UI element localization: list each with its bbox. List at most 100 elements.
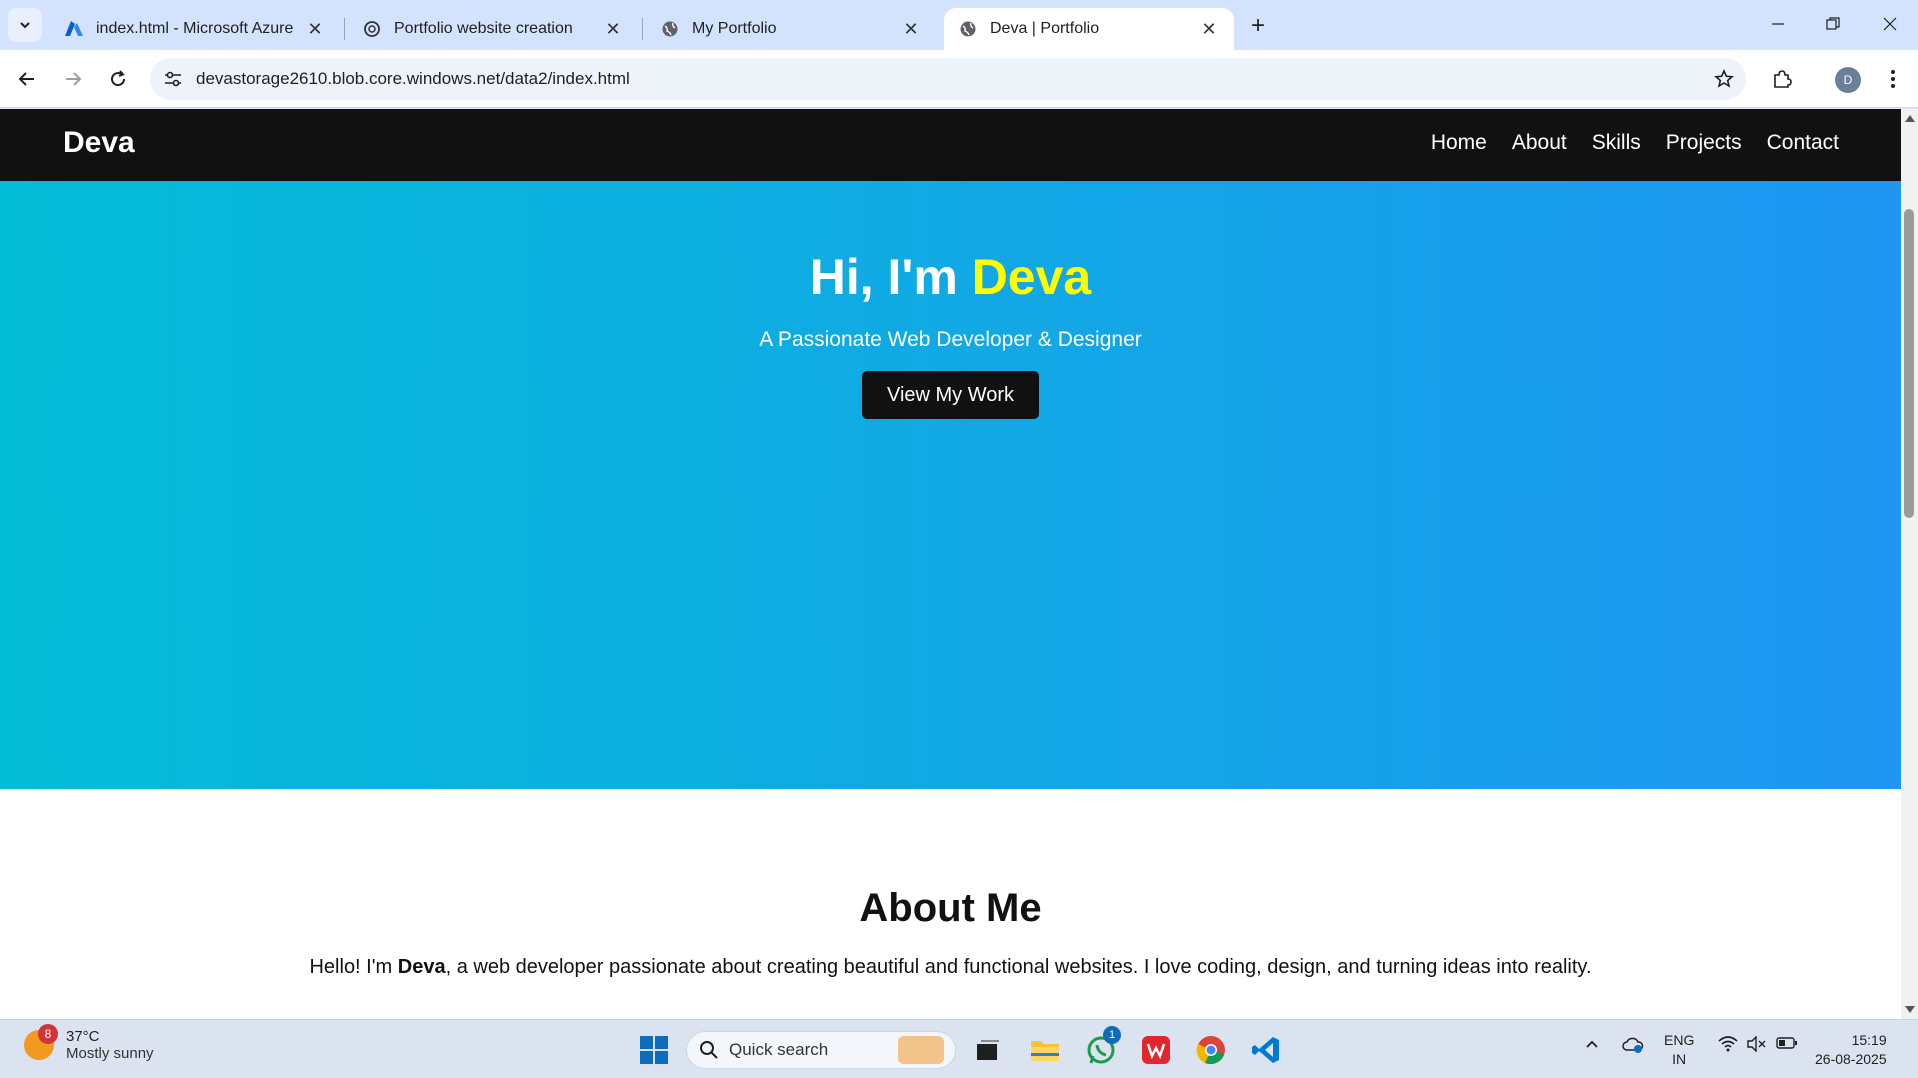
site-nav-links: Home About Skills Projects Contact <box>1431 131 1839 155</box>
clock-date: 26-08-2025 <box>1815 1051 1887 1067</box>
close-window-button[interactable] <box>1866 6 1914 42</box>
extensions-button[interactable] <box>1765 62 1799 96</box>
taskbar-search[interactable]: Quick search <box>686 1031 956 1069</box>
hero-heading: Hi, I'm Deva <box>0 248 1901 306</box>
windows-taskbar: 8 37°C Mostly sunny Quick search 1 ENG I… <box>0 1019 1918 1078</box>
globe-icon <box>958 19 978 39</box>
nav-link-skills[interactable]: Skills <box>1592 131 1641 155</box>
tab-deva-portfolio[interactable]: Deva | Portfolio ✕ <box>944 8 1234 50</box>
clock-time: 15:19 <box>1851 1032 1887 1048</box>
search-highlight-icon <box>898 1036 945 1064</box>
network-status[interactable] <box>1718 1036 1738 1055</box>
profile-avatar[interactable]: D <box>1835 67 1861 93</box>
bookmark-star-icon[interactable] <box>1702 69 1746 89</box>
language-indicator[interactable]: ENG IN <box>1664 1031 1694 1069</box>
vscode-button[interactable] <box>1246 1030 1286 1070</box>
language-code: ENG <box>1664 1032 1695 1048</box>
search-icon <box>700 1041 718 1059</box>
page-viewport: Deva Home About Skills Projects Contact … <box>0 109 1918 1019</box>
site-navbar: Deva Home About Skills Projects Contact <box>0 109 1901 181</box>
hero-section: Hi, I'm Deva A Passionate Web Developer … <box>0 181 1901 789</box>
globe-icon <box>660 19 680 39</box>
language-region: IN <box>1672 1051 1687 1067</box>
site-info-icon[interactable] <box>150 71 196 87</box>
tab-title: Portfolio website creation <box>394 20 573 37</box>
weather-condition: Mostly sunny <box>66 1045 154 1062</box>
restore-button[interactable] <box>1809 6 1857 42</box>
wps-office-button[interactable] <box>1136 1030 1176 1070</box>
tab-chatgpt[interactable]: Portfolio website creation ✕ <box>348 8 638 50</box>
tab-divider <box>344 18 345 40</box>
chevron-down-icon <box>20 22 30 29</box>
browser-menu-button[interactable] <box>1876 62 1910 96</box>
close-icon[interactable]: ✕ <box>900 18 922 40</box>
about-text-rest: , a web developer passionate about creat… <box>445 956 1592 978</box>
reload-icon <box>111 70 126 87</box>
forward-button[interactable] <box>56 62 90 96</box>
nav-link-about[interactable]: About <box>1512 131 1567 155</box>
cloud-icon <box>1622 1037 1644 1053</box>
task-view-button[interactable] <box>968 1030 1008 1070</box>
wifi-icon <box>1718 1036 1738 1052</box>
about-text: Hello! I'm Deva, a web developer passion… <box>0 956 1901 979</box>
volume-status[interactable] <box>1746 1035 1766 1055</box>
page-scrollbar[interactable] <box>1901 109 1918 1019</box>
tab-search-button[interactable] <box>8 8 42 42</box>
chrome-button[interactable] <box>1191 1030 1231 1070</box>
windows-logo-icon <box>640 1036 668 1064</box>
about-heading: About Me <box>859 886 1042 930</box>
vscode-icon <box>1252 1037 1279 1063</box>
new-tab-button[interactable]: + <box>1244 12 1272 40</box>
start-button[interactable] <box>634 1030 674 1070</box>
scroll-up-arrow[interactable] <box>1905 115 1915 122</box>
nav-link-contact[interactable]: Contact <box>1767 131 1839 155</box>
whatsapp-badge: 1 <box>1103 1026 1121 1044</box>
minimize-button[interactable] <box>1754 6 1802 42</box>
weather-sun-icon: 8 <box>24 1024 58 1060</box>
tab-divider <box>642 18 643 40</box>
folder-icon <box>1031 1041 1059 1061</box>
hero-tagline: A Passionate Web Developer & Designer <box>759 328 1142 351</box>
close-icon <box>1883 17 1897 31</box>
azure-icon <box>64 19 84 39</box>
tab-title: My Portfolio <box>692 20 777 37</box>
reload-button[interactable] <box>101 62 135 96</box>
task-view-icon <box>977 1040 999 1060</box>
chevron-up-icon <box>1586 1040 1598 1048</box>
battery-icon <box>1776 1037 1797 1049</box>
close-icon[interactable]: ✕ <box>1198 18 1220 40</box>
tab-my-portfolio[interactable]: My Portfolio ✕ <box>646 8 936 50</box>
view-my-work-button[interactable]: View My Work <box>862 371 1039 419</box>
arrow-right-icon <box>66 72 82 86</box>
whatsapp-button[interactable]: 1 <box>1081 1026 1121 1070</box>
arrow-left-icon <box>18 72 34 86</box>
close-icon[interactable]: ✕ <box>602 18 624 40</box>
browser-toolbar: devastorage2610.blob.core.windows.net/da… <box>0 50 1918 108</box>
nav-link-home[interactable]: Home <box>1431 131 1487 155</box>
back-button[interactable] <box>10 62 44 96</box>
url-text[interactable]: devastorage2610.blob.core.windows.net/da… <box>196 69 1702 89</box>
tab-title: index.html - Microsoft Azure <box>96 20 294 37</box>
file-explorer-button[interactable] <box>1025 1030 1065 1070</box>
show-hidden-icons[interactable] <box>1584 1036 1600 1055</box>
hero-greeting: Hi, I'm <box>809 249 972 305</box>
nav-link-projects[interactable]: Projects <box>1666 131 1742 155</box>
weather-temperature: 37°C <box>66 1028 100 1045</box>
more-vertical-icon <box>1891 70 1895 88</box>
about-section: About Me Hello! I'm Deva, a web develope… <box>0 789 1901 1019</box>
about-text-intro: Hello! I'm <box>309 956 398 978</box>
scroll-down-arrow[interactable] <box>1905 1006 1915 1013</box>
minimize-icon <box>1772 23 1784 25</box>
site-brand[interactable]: Deva <box>63 126 135 160</box>
system-clock[interactable]: 15:19 26-08-2025 <box>1815 1031 1887 1069</box>
tab-azure[interactable]: index.html - Microsoft Azure ✕ <box>50 8 340 50</box>
chrome-icon <box>1196 1036 1225 1065</box>
close-icon[interactable]: ✕ <box>304 18 326 40</box>
address-bar[interactable]: devastorage2610.blob.core.windows.net/da… <box>150 58 1746 100</box>
speaker-muted-icon <box>1747 1035 1766 1053</box>
battery-status[interactable] <box>1776 1036 1798 1053</box>
onedrive-status[interactable] <box>1622 1036 1644 1057</box>
about-text-name: Deva <box>397 956 446 978</box>
weather-widget[interactable]: 8 37°C Mostly sunny <box>24 1024 154 1062</box>
scrollbar-thumb[interactable] <box>1904 209 1914 518</box>
